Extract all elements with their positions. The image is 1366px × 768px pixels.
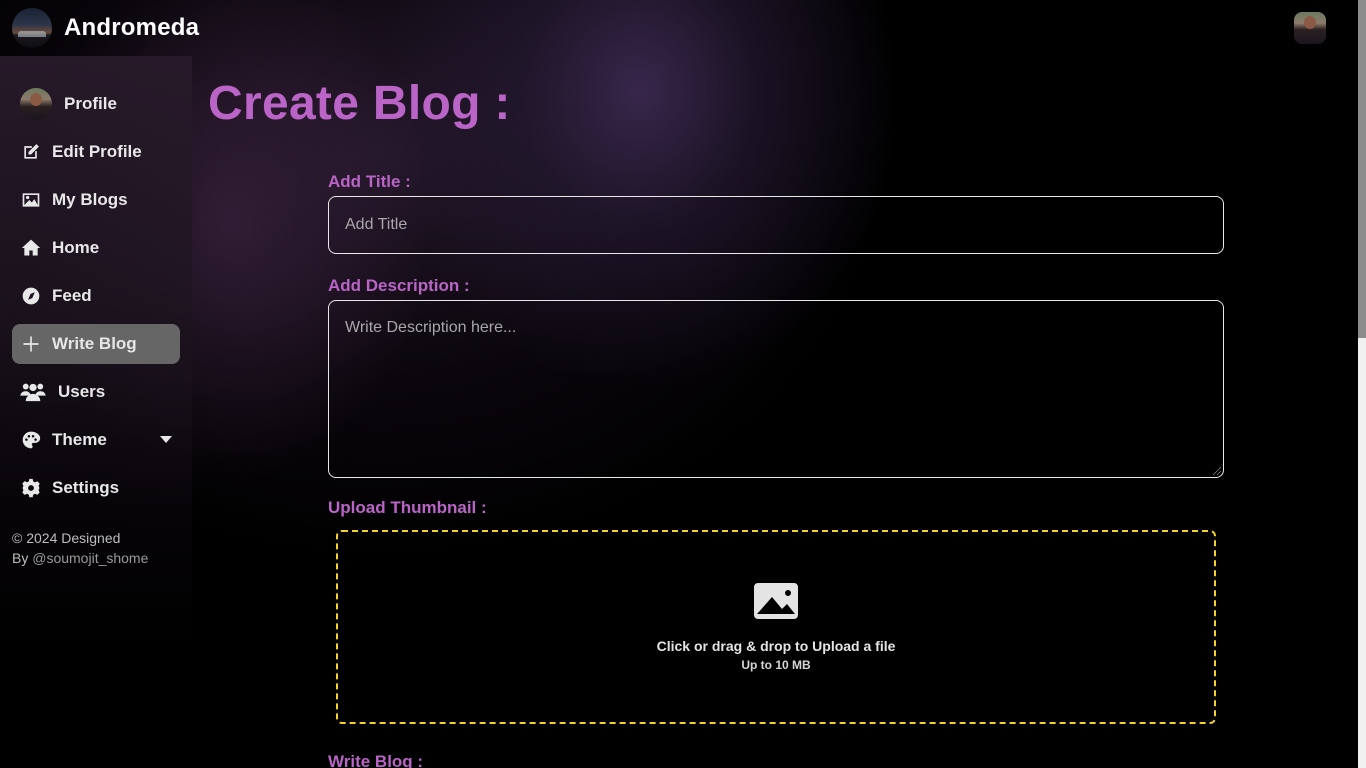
top-bar: Andromeda: [0, 0, 1340, 56]
thumbnail-label: Upload Thumbnail :: [328, 498, 487, 517]
sidebar-footer: © 2024 Designed By @soumojit_shome: [12, 528, 148, 568]
copyright-text: © 2024 Designed: [12, 530, 121, 546]
sidebar-item-label: Theme: [52, 430, 107, 449]
sidebar-item-write-blog[interactable]: Write Blog: [12, 324, 180, 364]
thumbnail-dropzone[interactable]: Click or drag & drop to Upload a file Up…: [336, 530, 1216, 724]
resize-handle[interactable]: [1213, 467, 1221, 475]
upload-instructions: Click or drag & drop to Upload a file: [656, 637, 896, 654]
page-scrollbar[interactable]: [1358, 0, 1366, 768]
sidebar-item-theme[interactable]: Theme: [12, 420, 180, 460]
home-icon: [20, 237, 42, 259]
sidebar-item-users[interactable]: Users: [12, 372, 180, 412]
create-blog-form: Add Title : Add Title Add Description : …: [328, 170, 1224, 768]
title-label: Add Title :: [328, 172, 411, 191]
title-input[interactable]: Add Title: [328, 196, 1224, 254]
palette-icon: [20, 429, 42, 451]
sidebar-item-label: Feed: [52, 286, 92, 305]
sidebar-item-profile[interactable]: Profile: [12, 80, 180, 128]
page-title: Create Blog :: [208, 77, 511, 130]
compass-icon: [20, 285, 42, 307]
profile-avatar: [20, 88, 52, 120]
sidebar-item-my-blogs[interactable]: My Blogs: [12, 180, 180, 220]
user-avatar[interactable]: [1294, 12, 1326, 44]
sidebar-item-label: Users: [58, 382, 106, 401]
sidebar-item-label: Settings: [52, 478, 120, 497]
brand-logo: [12, 8, 52, 48]
sidebar-item-label: Profile: [64, 94, 117, 113]
edit-icon: [20, 141, 42, 163]
title-placeholder: Add Title: [345, 216, 408, 233]
write-blog-label: Write Blog :: [328, 752, 424, 768]
sidebar-item-home[interactable]: Home: [12, 228, 180, 268]
plus-icon: [20, 333, 42, 355]
author-handle-link[interactable]: @soumojit_shome: [32, 550, 148, 566]
chevron-down-icon[interactable]: [160, 436, 172, 443]
gear-icon: [20, 477, 42, 499]
sidebar-item-settings[interactable]: Settings: [12, 468, 180, 508]
sidebar-item-feed[interactable]: Feed: [12, 276, 180, 316]
image-upload-icon: [754, 582, 798, 624]
sidebar-item-label: Home: [52, 238, 100, 257]
sidebar-nav: Profile Edit Profile My Blogs Home Feed …: [12, 80, 180, 516]
description-label: Add Description :: [328, 276, 470, 295]
footer-by: By: [12, 550, 33, 566]
image-icon: [20, 189, 42, 211]
sidebar-item-label: Edit Profile: [52, 142, 142, 161]
sidebar-item-label: Write Blog: [52, 334, 137, 353]
upload-size-limit: Up to 10 MB: [741, 657, 811, 672]
description-placeholder: Write Description here...: [345, 319, 517, 336]
brand-name: Andromeda: [64, 14, 200, 41]
scrollbar-thumb[interactable]: [1358, 0, 1366, 338]
users-icon: [20, 381, 46, 403]
sidebar-item-edit-profile[interactable]: Edit Profile: [12, 132, 180, 172]
brand[interactable]: Andromeda: [12, 8, 199, 48]
sidebar-item-label: My Blogs: [52, 190, 128, 209]
description-textarea[interactable]: Write Description here...: [328, 300, 1224, 478]
